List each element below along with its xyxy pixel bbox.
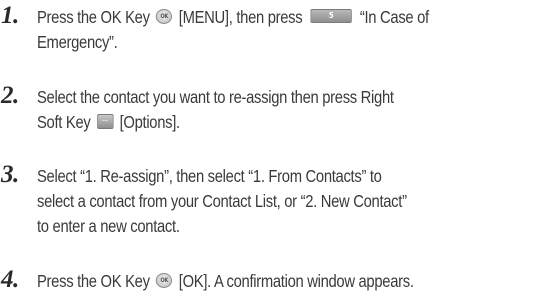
five-key-icon: 5 [310,9,352,24]
step-number: 2. [1,82,19,109]
step-text-segment: select a contact from your Contact List,… [37,191,407,211]
step-number: 4. [1,266,19,293]
step-text: Press the OK Key OK [OK]. A confirmation… [37,269,559,294]
step-text: Press the OK Key OK [MENU], then press 5… [37,5,559,55]
step-text-segment: [Options]. [119,112,181,132]
step-text-segment: Emergency”. [37,32,118,52]
step-number: 1. [1,2,19,29]
step-line: Select “1. Re-assign”, then select “1. F… [37,164,559,189]
ok-key-icon: OK [156,8,173,24]
step-line: select a contact from your Contact List,… [37,189,559,214]
step-line: Select the contact you want to re-assign… [37,85,559,110]
step-text-segment: Soft Key [37,112,91,132]
step-line: Emergency”. [37,30,559,55]
step-text-segment: Press the OK Key [37,271,150,291]
step-text-segment: to enter a new contact. [37,216,180,236]
step-line: Soft Key … [Options]. [37,110,559,135]
step-text-segment: [MENU], then press [178,7,303,27]
ok-key-icon: OK [156,272,173,288]
step-text-segment: Press the OK Key [37,7,150,27]
step-text-segment: Select the contact you want to re-assign… [37,87,394,107]
step-text-segment: Select “1. Re-assign”, then select “1. F… [37,166,382,186]
step-number: 3. [1,161,19,188]
step-line: Press the OK Key OK [MENU], then press 5… [37,5,559,30]
step-line: to enter a new contact. [37,214,559,239]
step-line: Press the OK Key OK [OK]. A confirmation… [37,269,559,294]
step-text: Select “1. Re-assign”, then select “1. F… [37,164,559,239]
step-text-segment: [OK]. A confirmation window appears. [178,271,414,291]
step-text: Select the contact you want to re-assign… [37,85,559,135]
step-text-segment: “In Case of [359,7,429,27]
right-soft-key-icon: … [96,113,114,129]
